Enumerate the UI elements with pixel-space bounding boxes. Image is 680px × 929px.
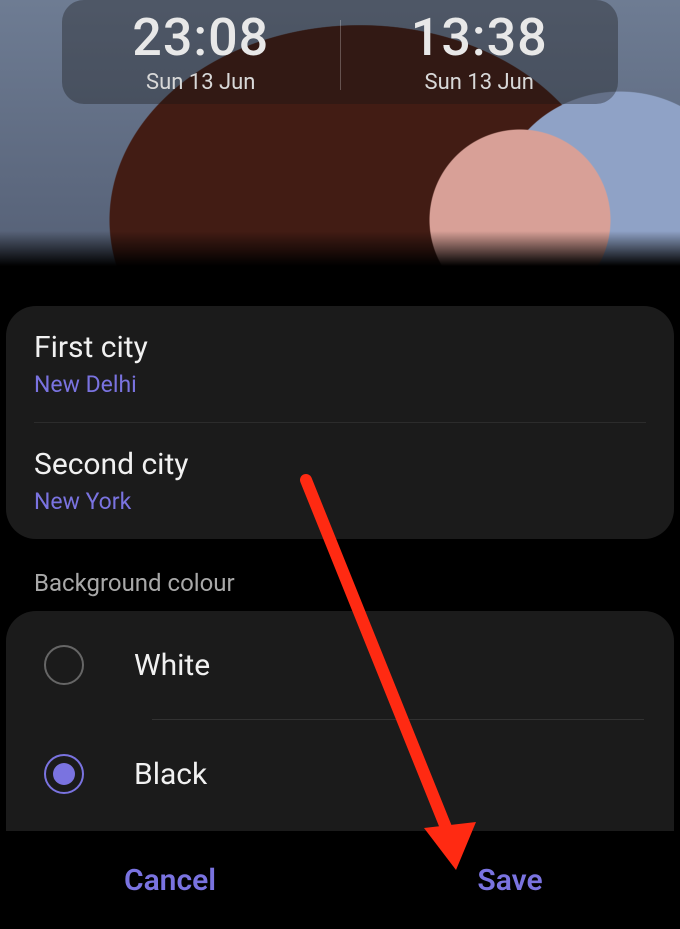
- clock-first-date: Sun 13 Jun: [146, 70, 255, 95]
- background-colour-card: White Black: [6, 611, 674, 832]
- widget-preview: 23:08 Sun 13 Jun 13:38 Sun 13 Jun: [0, 0, 680, 266]
- radio-white[interactable]: [44, 645, 84, 685]
- colour-option-black[interactable]: Black: [24, 720, 674, 828]
- radio-black[interactable]: [44, 754, 84, 794]
- clock-second-date: Sun 13 Jun: [425, 70, 534, 95]
- save-button[interactable]: Save: [340, 863, 680, 898]
- clock-first-time: 23:08: [132, 12, 269, 64]
- first-city-value: New Delhi: [34, 371, 646, 398]
- second-city-label: Second city: [34, 447, 646, 482]
- first-city-row[interactable]: First city New Delhi: [34, 306, 646, 422]
- second-city-row[interactable]: Second city New York: [34, 422, 646, 539]
- first-city-label: First city: [34, 330, 646, 365]
- dual-clock-widget: 23:08 Sun 13 Jun 13:38 Sun 13 Jun: [62, 0, 618, 104]
- city-settings-card: First city New Delhi Second city New Yor…: [6, 306, 674, 539]
- colour-white-label: White: [134, 648, 210, 683]
- colour-black-label: Black: [134, 757, 207, 792]
- colour-option-white[interactable]: White: [24, 611, 674, 719]
- clock-second-city: 13:38 Sun 13 Jun: [341, 10, 619, 95]
- settings-panel: First city New Delhi Second city New Yor…: [0, 306, 680, 832]
- clock-second-time: 13:38: [411, 12, 548, 64]
- background-colour-label: Background colour: [34, 569, 680, 597]
- action-bar: Cancel Save: [0, 831, 680, 929]
- clock-first-city: 23:08 Sun 13 Jun: [62, 10, 340, 95]
- second-city-value: New York: [34, 488, 646, 515]
- cancel-button[interactable]: Cancel: [0, 863, 340, 898]
